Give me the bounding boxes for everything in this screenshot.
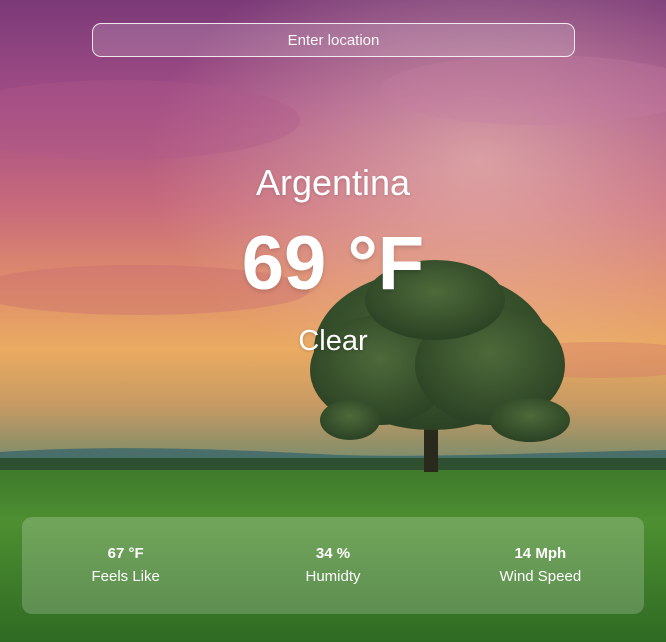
wind-speed-label: Wind Speed bbox=[499, 568, 582, 585]
current-temperature: 69 °F bbox=[241, 221, 425, 306]
feels-like-label: Feels Like bbox=[91, 568, 160, 585]
humidity-value: 34 % bbox=[315, 545, 351, 562]
weather-stats-panel: 67 °F Feels Like 34 % Humidty 14 Mph Win… bbox=[22, 517, 644, 614]
humidity-label: Humidty bbox=[305, 568, 361, 585]
stat-feels-like: 67 °F Feels Like bbox=[22, 517, 229, 614]
location-search-input[interactable] bbox=[92, 23, 575, 57]
feels-like-value: 67 °F bbox=[107, 545, 144, 562]
wind-speed-value: 14 Mph bbox=[514, 545, 567, 562]
search-bar bbox=[92, 23, 575, 57]
stat-wind-speed: 14 Mph Wind Speed bbox=[437, 517, 644, 614]
stat-humidity: 34 % Humidty bbox=[229, 517, 436, 614]
weather-condition: Clear bbox=[298, 325, 368, 357]
location-name: Argentina bbox=[255, 162, 411, 203]
